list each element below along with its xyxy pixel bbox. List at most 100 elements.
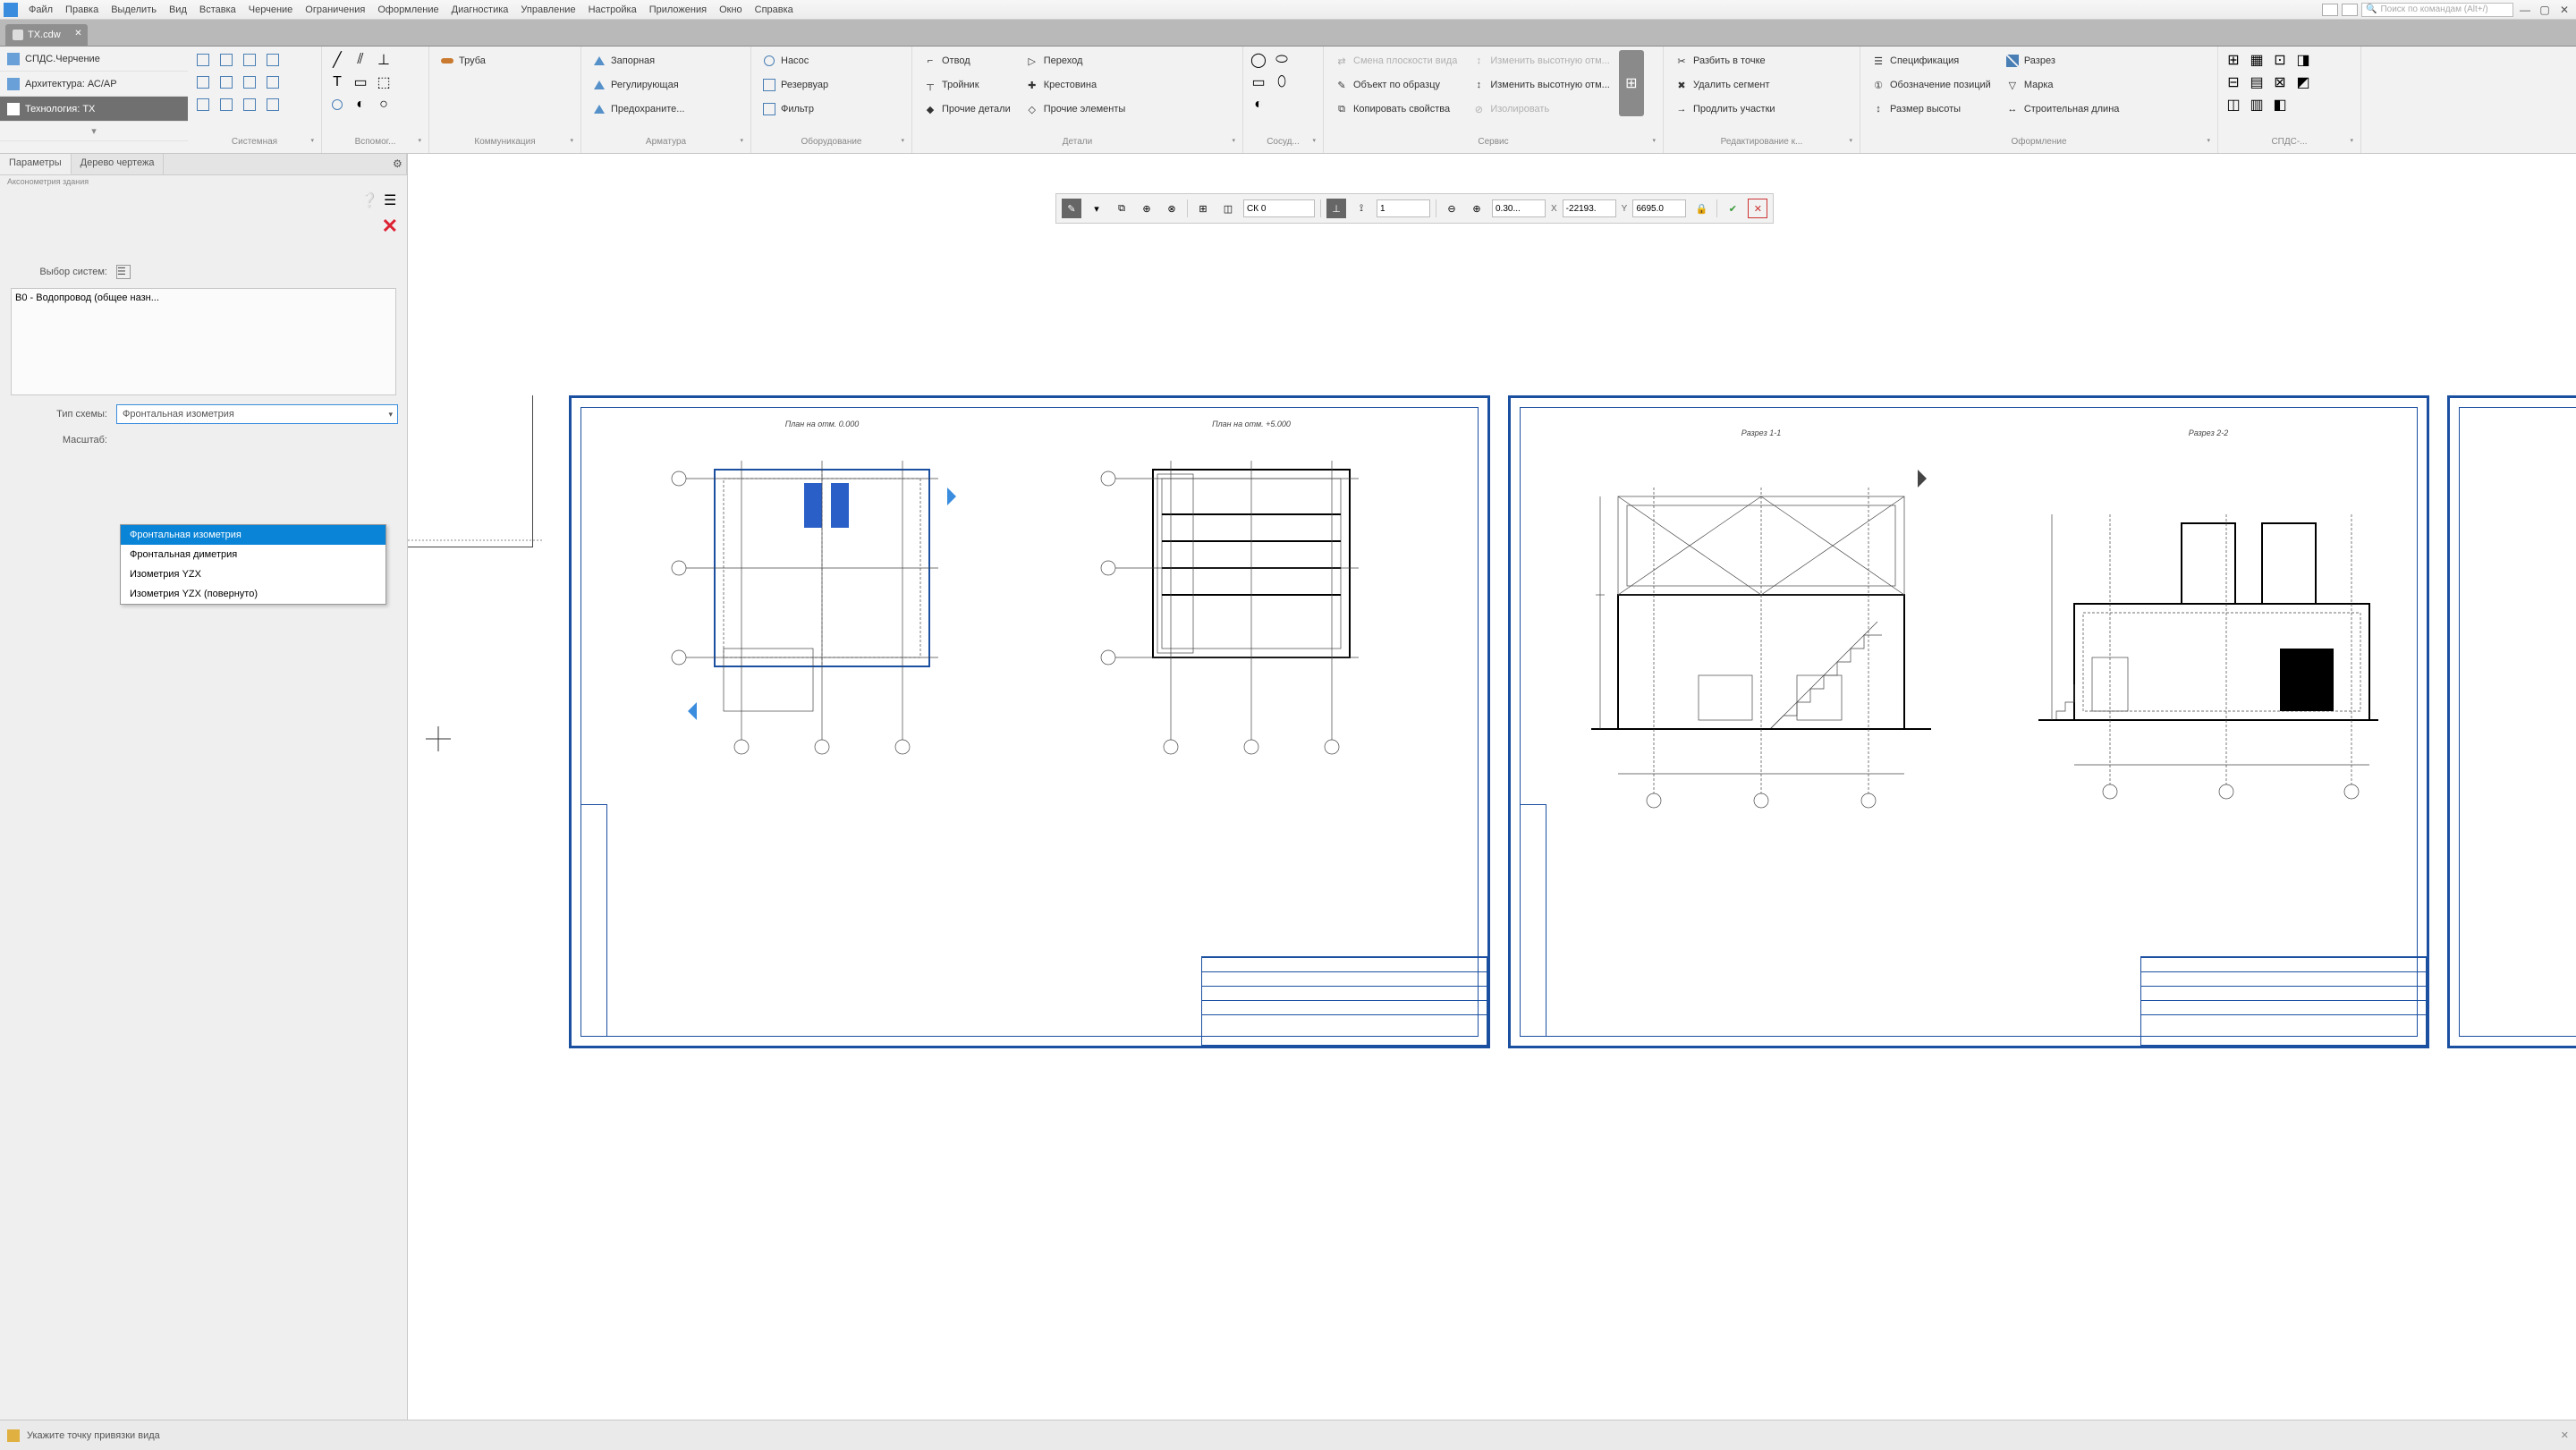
sys-icon-12[interactable] <box>263 95 283 114</box>
sys-icon-3[interactable] <box>193 95 213 114</box>
cmd-troinik[interactable]: ┬Тройник <box>918 74 1016 96</box>
layer-input[interactable] <box>1243 199 1315 217</box>
command-search[interactable]: 🔍 Поиск по командам (Alt+/) <box>2361 3 2513 17</box>
menu-help[interactable]: Справка <box>750 3 799 17</box>
cmd-predohr[interactable]: Предохраните... <box>587 98 690 120</box>
spds-6[interactable]: ▥ <box>2247 95 2267 114</box>
sys-icon-7[interactable] <box>240 50 259 70</box>
drawing-canvas[interactable]: План на отм. 0.000 План на отм. +5.000 <box>408 154 2576 1420</box>
aux-icon-6[interactable]: ◐ <box>351 95 370 114</box>
window-minimize[interactable]: — <box>2517 4 2533 16</box>
spds-7[interactable]: ⊡ <box>2270 50 2290 70</box>
spds-10[interactable]: ◨ <box>2293 50 2313 70</box>
dropdown-option-1[interactable]: Фронтальная изометрия <box>121 525 386 545</box>
spds-4[interactable]: ▦ <box>2247 50 2267 70</box>
menu-window[interactable]: Окно <box>714 3 748 17</box>
sys-icon-10[interactable] <box>263 50 283 70</box>
spds-8[interactable]: ⊠ <box>2270 72 2290 92</box>
cmd-udalit[interactable]: ✖Удалить сегмент <box>1669 74 1781 96</box>
cmd-oboz[interactable]: ①Обозначение позиций <box>1866 74 1996 96</box>
vb-link-icon[interactable]: ⊗ <box>1162 199 1182 218</box>
sys-icon-9[interactable] <box>240 95 259 114</box>
cmd-prodlit[interactable]: →Продлить участки <box>1669 98 1781 120</box>
menu-apps[interactable]: Приложения <box>644 3 712 17</box>
group-label-service[interactable]: Сервис <box>1329 137 1657 151</box>
spds-9[interactable]: ◧ <box>2270 95 2290 114</box>
vessel-4[interactable]: ⬭ <box>1272 50 1292 70</box>
cmd-razbit[interactable]: ✂Разбить в точке <box>1669 50 1781 72</box>
system-item[interactable]: В0 - Водопровод (общее назн... <box>15 293 392 303</box>
panel-list-icon[interactable]: ☰ <box>384 191 400 208</box>
context-tab-tech[interactable]: Технология: ТХ <box>0 97 188 122</box>
sys-icon-11[interactable] <box>263 72 283 92</box>
menu-select[interactable]: Выделить <box>106 3 162 17</box>
aux-icon-9[interactable]: ○ <box>374 95 394 114</box>
vb-scale-icon[interactable]: ⟟ <box>1352 199 1371 218</box>
vb-lock-icon[interactable]: 🔒 <box>1691 199 1711 218</box>
layout-button-1[interactable] <box>2322 4 2338 16</box>
scale-input[interactable] <box>1377 199 1430 217</box>
cmd-kopir[interactable]: ⧉Копировать свойства <box>1329 98 1462 120</box>
status-close-icon[interactable]: ✕ <box>2561 1429 2569 1441</box>
vb-snap-icon[interactable]: ⊕ <box>1137 199 1157 218</box>
vybor-icon[interactable]: ☰ <box>116 265 131 279</box>
menu-edit[interactable]: Правка <box>60 3 104 17</box>
context-tab-expand[interactable]: ▾ <box>0 122 188 141</box>
aux-icon-3[interactable] <box>327 95 347 114</box>
cmd-izmen2[interactable]: ↕Изменить высотную отм... <box>1466 74 1615 96</box>
cmd-nasos[interactable]: Насос <box>757 50 834 72</box>
coord-x[interactable] <box>1563 199 1616 217</box>
cmd-rezerv[interactable]: Резервуар <box>757 74 834 96</box>
cmd-truba[interactable]: Труба <box>435 50 491 72</box>
coord-y[interactable] <box>1632 199 1686 217</box>
menu-constraints[interactable]: Ограничения <box>300 3 370 17</box>
cmd-razrez[interactable]: Разрез <box>2000 50 2125 72</box>
dropdown-option-3[interactable]: Изометрия YZX <box>121 564 386 584</box>
cmd-stroit[interactable]: ↔Строительная длина <box>2000 98 2125 120</box>
spds-2[interactable]: ⊟ <box>2224 72 2243 92</box>
systems-list[interactable]: В0 - Водопровод (общее назн... <box>11 288 396 395</box>
group-label-spds[interactable]: СПДС-... <box>2224 137 2355 151</box>
panel-help-icon[interactable]: ❔ <box>360 191 377 208</box>
vb-zoomout-icon[interactable]: ⊖ <box>1442 199 1462 218</box>
cmd-perehod[interactable]: ▷Переход <box>1020 50 1131 72</box>
vb-copy-icon[interactable]: ⧉ <box>1112 199 1131 218</box>
aux-icon-8[interactable]: ⬚ <box>374 72 394 92</box>
cmd-filtr[interactable]: Фильтр <box>757 98 834 120</box>
group-label-equip[interactable]: Оборудование <box>757 137 906 151</box>
vessel-5[interactable]: ⬯ <box>1272 72 1292 92</box>
vb-pen-icon[interactable]: ✎ <box>1062 199 1081 218</box>
aux-icon-2[interactable]: T <box>327 72 347 92</box>
vb-confirm-icon[interactable]: ✔ <box>1723 199 1742 218</box>
cmd-spec[interactable]: ☰Спецификация <box>1866 50 1996 72</box>
menu-view[interactable]: Вид <box>164 3 192 17</box>
group-label-vessel[interactable]: Сосуд... <box>1249 137 1318 151</box>
document-tab-close[interactable]: ✕ <box>74 29 81 38</box>
menu-drawing[interactable]: Черчение <box>243 3 299 17</box>
vb-zoomin-icon[interactable]: ⊕ <box>1467 199 1487 218</box>
vb-ortho-icon[interactable]: ⊥ <box>1326 199 1346 218</box>
group-label-design[interactable]: Оформление <box>1866 137 2212 151</box>
cmd-regul[interactable]: Регулирующая <box>587 74 690 96</box>
zoom-input[interactable] <box>1492 199 1546 217</box>
menu-insert[interactable]: Вставка <box>194 3 242 17</box>
spds-11[interactable]: ◩ <box>2293 72 2313 92</box>
sys-icon-5[interactable] <box>216 72 236 92</box>
sys-icon-4[interactable] <box>216 50 236 70</box>
group-label-edit[interactable]: Редактирование к... <box>1669 137 1854 151</box>
cmd-otvod[interactable]: ⌐Отвод <box>918 50 1016 72</box>
cmd-krestov[interactable]: ✚Крестовина <box>1020 74 1131 96</box>
vessel-1[interactable]: ◯ <box>1249 50 1268 70</box>
service-bigbtn[interactable]: ⊞ <box>1619 50 1644 116</box>
cmd-prochiee[interactable]: ◇Прочие элементы <box>1020 98 1131 120</box>
sys-icon-2[interactable] <box>193 72 213 92</box>
context-tab-arch[interactable]: Архитектура: АС/АР <box>0 72 188 97</box>
scheme-type-select[interactable]: Фронтальная изометрия <box>116 404 398 424</box>
menu-manage[interactable]: Управление <box>515 3 580 17</box>
aux-icon-1[interactable]: ╱ <box>327 50 347 70</box>
panel-tab-params[interactable]: Параметры <box>0 154 72 174</box>
context-tab-spds[interactable]: СПДС.Черчение <box>0 47 188 72</box>
panel-tab-tree[interactable]: Дерево чертежа <box>72 154 165 174</box>
vessel-3[interactable]: ◐ <box>1249 95 1268 114</box>
window-close[interactable]: ✕ <box>2556 4 2572 16</box>
